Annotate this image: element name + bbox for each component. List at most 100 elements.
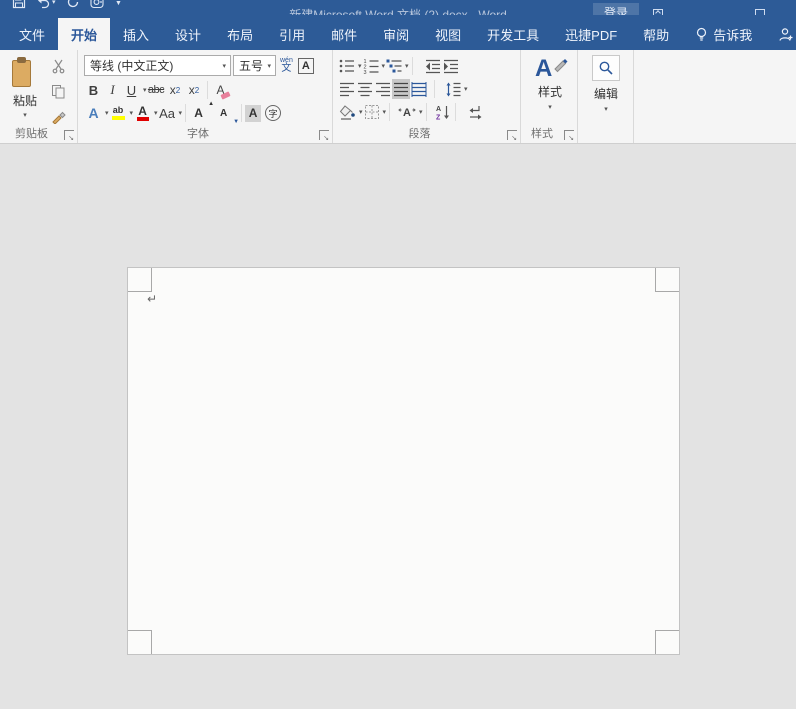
minimize-icon[interactable] (703, 6, 717, 15)
align-right-button[interactable] (374, 79, 392, 99)
crop-mark-bottom-right (655, 630, 679, 654)
line-spacing-icon (446, 82, 461, 97)
align-center-button[interactable] (356, 79, 374, 99)
character-shading-button[interactable]: A (245, 104, 262, 122)
tab-developer[interactable]: 开发工具 (474, 18, 552, 50)
change-case-dropdown-icon[interactable]: ▾ (179, 109, 183, 117)
undo-dropdown-icon[interactable]: ▾ (52, 0, 56, 6)
align-right-icon (376, 82, 390, 97)
divider (454, 103, 456, 121)
asian-layout-icon: A (398, 107, 416, 119)
touch-mode-icon[interactable] (89, 0, 105, 9)
bullets-button[interactable] (338, 56, 356, 76)
chevron-down-icon[interactable]: ▾ (222, 62, 226, 70)
enclose-characters-button[interactable]: 字 (265, 105, 282, 121)
tab-insert[interactable]: 插入 (110, 18, 162, 50)
asian-layout-button[interactable]: A (397, 102, 417, 122)
format-painter-icon (51, 111, 66, 124)
customize-qat-icon[interactable]: ▼ (115, 0, 123, 7)
justify-button[interactable] (392, 79, 410, 99)
paragraph-dialog-launcher-icon[interactable] (507, 130, 517, 142)
subscript-button[interactable]: x2 (166, 80, 185, 100)
font-dialog-launcher-icon[interactable] (319, 130, 329, 142)
title-bar: ▾ ▼ 新建Microsoft Word 文档 (2).docx - Word … (0, 0, 796, 15)
asian-layout-dropdown-icon[interactable]: ▾ (419, 108, 423, 116)
redo-icon[interactable] (66, 0, 80, 9)
tab-help[interactable]: 帮助 (630, 18, 682, 50)
font-color-button[interactable]: A (133, 103, 152, 123)
change-case-button[interactable]: Aa (158, 103, 177, 123)
text-effects-button[interactable]: A (84, 103, 103, 123)
tab-design[interactable]: 设计 (162, 18, 214, 50)
paragraph-group: ▾ 123 ▾ ▾ ▾ ▾ ▾ A ▾ A Z 段落 ↘ (333, 50, 521, 143)
clipboard-dialog-launcher-icon[interactable] (64, 130, 74, 142)
tell-me-box[interactable]: 告诉我 (682, 18, 765, 50)
superscript-button[interactable]: x2 (185, 80, 204, 100)
clipboard-paste-icon (12, 57, 153, 199)
save-icon[interactable] (12, 0, 26, 9)
tab-mailings[interactable]: 邮件 (318, 18, 370, 50)
styles-dropdown-icon[interactable]: ▾ (548, 103, 552, 111)
styles-button[interactable]: A 样式 ▾ (531, 55, 569, 111)
numbering-button[interactable]: 123 (362, 56, 380, 76)
increase-indent-button[interactable] (442, 56, 460, 76)
ribbon-display-options-icon[interactable] (651, 6, 665, 15)
sort-button[interactable]: AZ (434, 102, 452, 122)
share-button[interactable]: 共享 (765, 18, 796, 50)
text-highlight-button[interactable]: ab (109, 103, 128, 123)
multilevel-list-button[interactable] (385, 56, 403, 76)
paste-dropdown-icon[interactable]: ▾ (23, 111, 27, 119)
tab-home[interactable]: 开始 (58, 18, 111, 50)
multilevel-dropdown-icon[interactable]: ▾ (405, 62, 409, 70)
line-spacing-button[interactable] (444, 79, 462, 99)
italic-button[interactable]: I (103, 80, 122, 100)
svg-text:3: 3 (363, 70, 366, 74)
borders-button[interactable] (363, 102, 381, 122)
lightbulb-icon (695, 27, 708, 42)
show-hide-marks-button[interactable] (467, 102, 485, 122)
tab-pdf-addin[interactable]: 迅捷PDF (552, 18, 630, 50)
search-icon (592, 55, 620, 81)
sign-in-button[interactable]: 登录 (593, 3, 639, 15)
grow-font-button[interactable]: A ▲ (189, 101, 214, 123)
shading-button[interactable] (338, 102, 357, 122)
format-painter-button[interactable] (48, 106, 68, 126)
tab-review[interactable]: 审阅 (370, 18, 422, 50)
distribute-button[interactable] (410, 79, 428, 99)
underline-button[interactable]: U (122, 80, 141, 100)
shrink-font-button[interactable]: A ▼ (214, 103, 239, 126)
document-area[interactable]: ↵ (0, 144, 796, 708)
clear-formatting-button[interactable]: A (211, 80, 231, 100)
editing-button[interactable]: 编辑 ▾ (587, 55, 625, 113)
align-left-button[interactable] (338, 79, 356, 99)
phonetic-guide-button[interactable]: wén 文 (280, 57, 293, 74)
show-hide-icon (469, 106, 482, 120)
copy-icon (51, 84, 64, 98)
strikethrough-button[interactable]: abc (147, 80, 166, 100)
font-name-combo[interactable]: 等线 (中文正文) ▾ (84, 55, 231, 76)
tab-view[interactable]: 视图 (422, 18, 474, 50)
undo-button[interactable]: ▾ (36, 0, 56, 9)
tab-layout[interactable]: 布局 (214, 18, 266, 50)
borders-dropdown-icon[interactable]: ▾ (383, 108, 387, 116)
decrease-indent-button[interactable] (424, 56, 442, 76)
editing-dropdown-icon[interactable]: ▾ (604, 105, 608, 113)
document-page[interactable]: ↵ (127, 267, 680, 655)
font-size-combo[interactable]: 五号 ▾ (233, 55, 276, 76)
borders-icon (364, 105, 379, 119)
styles-dialog-launcher-icon[interactable] (564, 130, 574, 142)
paragraph-mark: ↵ (147, 292, 158, 306)
paste-button[interactable]: 粘贴 ▾ (6, 55, 153, 199)
tab-references[interactable]: 引用 (266, 18, 318, 50)
distribute-icon (411, 82, 427, 97)
tab-file[interactable]: 文件 (6, 18, 58, 50)
copy-button[interactable] (48, 81, 68, 101)
bold-button[interactable]: B (84, 80, 103, 100)
character-border-button[interactable]: A (297, 57, 314, 74)
multilevel-list-icon (386, 59, 402, 73)
line-spacing-dropdown-icon[interactable]: ▾ (464, 85, 468, 93)
cut-button[interactable] (48, 56, 68, 76)
chevron-down-icon[interactable]: ▾ (267, 62, 271, 70)
maximize-icon[interactable] (753, 6, 767, 15)
styles-brush-icon (554, 59, 568, 73)
